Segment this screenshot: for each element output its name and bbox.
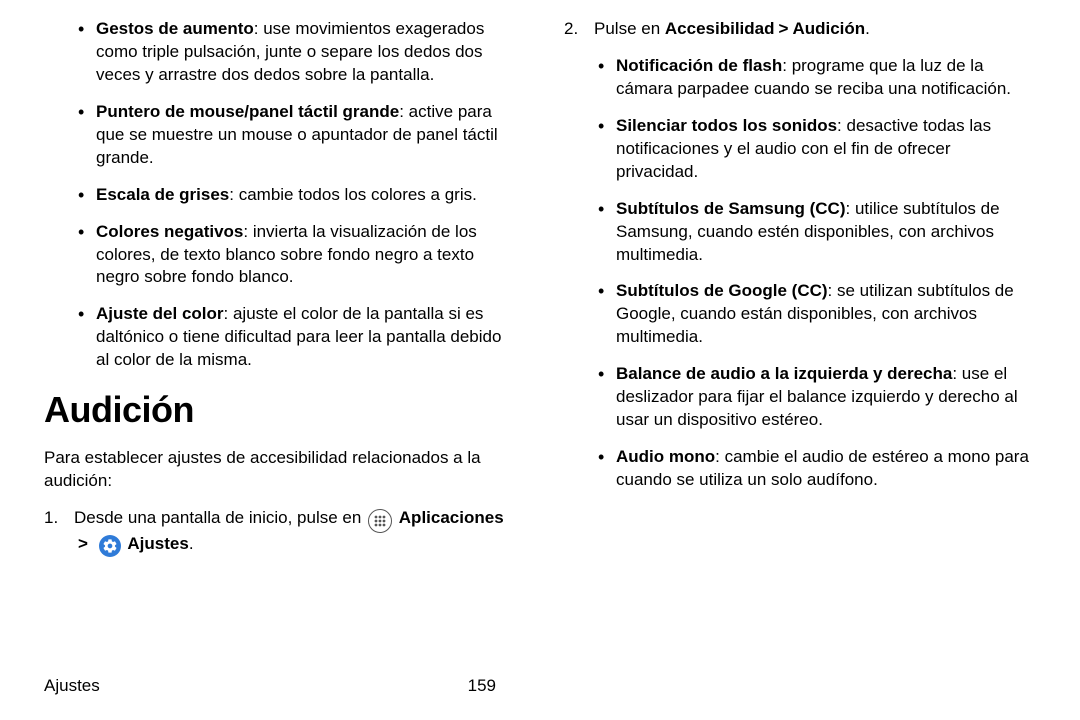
step-post: .	[189, 534, 194, 553]
apps-icon-svg	[373, 514, 387, 528]
step-text: Desde una pantalla de inicio, pulse en A	[74, 508, 504, 553]
list-item: Subtítulos de Google (CC): se utilizan s…	[598, 280, 1036, 349]
steps-list: 1. Desde una pantalla de inicio, pulse e…	[44, 507, 516, 557]
list-item: Balance de audio a la izquierda y derech…	[598, 363, 1036, 432]
list-item: Subtítulos de Samsung (CC): utilice subt…	[598, 198, 1036, 267]
term: Escala de grises	[96, 185, 229, 204]
list-item: Escala de grises: cambie todos los color…	[78, 184, 516, 207]
term: Balance de audio a la izquierda y derech…	[616, 364, 952, 383]
list-item: Notificación de flash: programe que la l…	[598, 55, 1036, 101]
hearing-label: Audición	[792, 19, 865, 38]
breadcrumb-arrow: >	[775, 19, 793, 38]
step-2: 2. Pulse en Accesibilidad>Audición. Noti…	[564, 18, 1036, 492]
term: Ajuste del color	[96, 304, 224, 323]
hearing-bullet-list: Notificación de flash: programe que la l…	[594, 55, 1036, 492]
accessibility-label: Accesibilidad	[665, 19, 775, 38]
apps-label: Aplicaciones	[399, 508, 504, 527]
term: Gestos de aumento	[96, 19, 254, 38]
step-1: 1. Desde una pantalla de inicio, pulse e…	[44, 507, 516, 557]
page-footer: Ajustes 159	[44, 667, 1036, 698]
term: Audio mono	[616, 447, 715, 466]
vision-bullet-list: Gestos de aumento: use movimientos exage…	[44, 18, 516, 372]
settings-icon	[99, 535, 121, 557]
list-item: Colores negativos: invierta la visualiza…	[78, 221, 516, 290]
steps-list-right: 2. Pulse en Accesibilidad>Audición. Noti…	[564, 18, 1036, 492]
step-pre: Pulse en	[594, 19, 665, 38]
term: Subtítulos de Samsung (CC)	[616, 199, 846, 218]
page-number: 159	[468, 675, 496, 698]
step-pre: Desde una pantalla de inicio, pulse en	[74, 508, 366, 527]
step-number: 2.	[564, 18, 594, 41]
page: Gestos de aumento: use movimientos exage…	[0, 0, 1080, 720]
section-heading-audicion: Audición	[44, 386, 516, 435]
term: Subtítulos de Google (CC)	[616, 281, 828, 300]
left-column: Gestos de aumento: use movimientos exage…	[44, 18, 516, 667]
list-item: Silenciar todos los sonidos: desactive t…	[598, 115, 1036, 184]
step-post: .	[865, 19, 870, 38]
list-item: Ajuste del color: ajuste el color de la …	[78, 303, 516, 372]
term: Silenciar todos los sonidos	[616, 116, 837, 135]
settings-label: Ajustes	[127, 534, 188, 553]
settings-icon-svg	[102, 538, 118, 554]
list-item: Gestos de aumento: use movimientos exage…	[78, 18, 516, 87]
definition: : cambie todos los colores a gris.	[229, 185, 477, 204]
footer-section: Ajustes	[44, 675, 100, 698]
term: Notificación de flash	[616, 56, 782, 75]
list-item: Audio mono: cambie el audio de estéreo a…	[598, 446, 1036, 492]
intro-paragraph: Para establecer ajustes de accesibilidad…	[44, 447, 516, 493]
right-column: 2. Pulse en Accesibilidad>Audición. Noti…	[564, 18, 1036, 667]
breadcrumb-arrow: >	[74, 534, 92, 553]
list-item: Puntero de mouse/panel táctil grande: ac…	[78, 101, 516, 170]
term: Colores negativos	[96, 222, 243, 241]
step-number: 1.	[44, 507, 74, 530]
step-text: Pulse en Accesibilidad>Audición.	[594, 19, 870, 38]
content-columns: Gestos de aumento: use movimientos exage…	[44, 18, 1036, 667]
apps-icon	[368, 509, 392, 533]
term: Puntero de mouse/panel táctil grande	[96, 102, 399, 121]
